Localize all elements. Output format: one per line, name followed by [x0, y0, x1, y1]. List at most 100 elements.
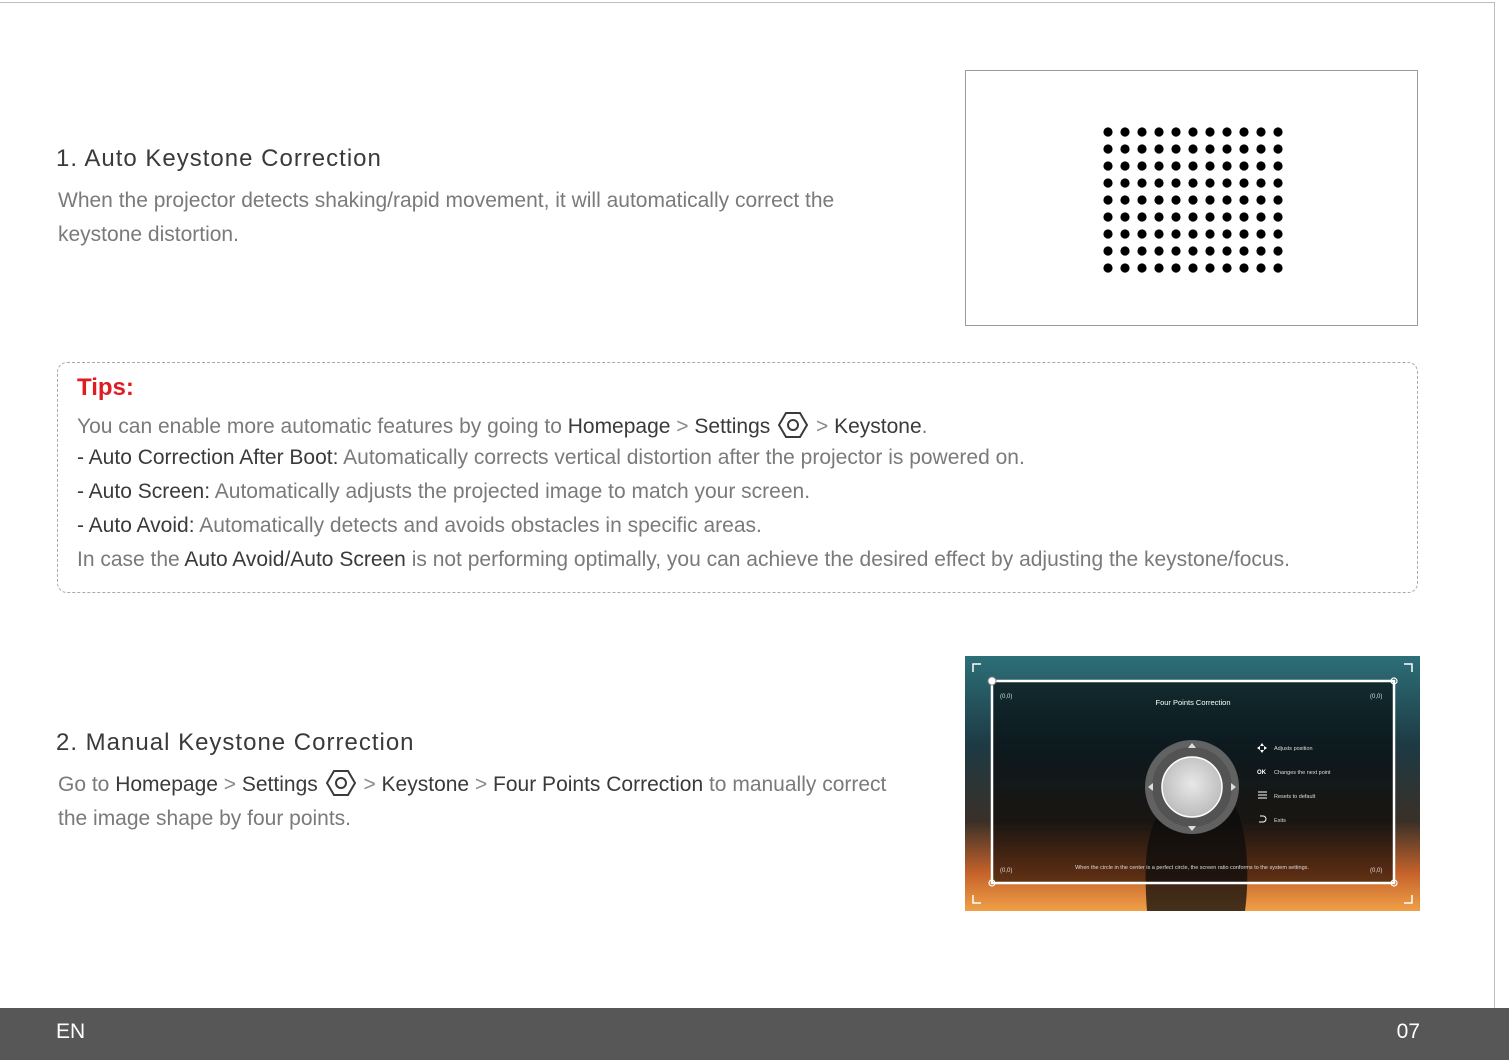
four-points-screenshot: Four Points Correction (0,0) (0,0) (0,0)…	[965, 656, 1420, 911]
grid-dot	[1222, 263, 1232, 273]
grid-dot	[1103, 263, 1113, 273]
grid-dot	[1239, 127, 1249, 137]
settings-gear-icon	[778, 412, 809, 438]
corner-label: (0,0)	[1000, 694, 1012, 700]
separator: >	[357, 773, 382, 796]
grid-dot	[1273, 229, 1283, 239]
body-prefix: Go to	[58, 773, 116, 796]
grid-dot	[1103, 229, 1113, 239]
tips-line-note: In case the Auto Avoid/Auto Screen is no…	[77, 548, 1290, 572]
grid-dot	[1256, 195, 1266, 205]
settings-gear-icon	[325, 770, 356, 796]
grid-dot	[1120, 212, 1130, 222]
grid-dot	[1239, 229, 1249, 239]
section2-title: 2. Manual Keystone Correction	[56, 729, 415, 756]
homepage-label: Homepage	[115, 773, 218, 796]
grid-dot	[1103, 144, 1113, 154]
grid-dot	[1188, 127, 1198, 137]
grid-dot	[1222, 161, 1232, 171]
keystone-label: Keystone	[834, 415, 922, 438]
grid-dot	[1273, 195, 1283, 205]
grid-dot	[1137, 263, 1147, 273]
tip-text: Automatically detects and avoids obstacl…	[194, 514, 762, 537]
grid-dot	[1154, 195, 1164, 205]
grid-dot	[1188, 229, 1198, 239]
grid-dot	[1256, 229, 1266, 239]
keystone-label: Keystone	[381, 773, 470, 796]
tip-text: Automatically adjusts the projected imag…	[210, 480, 811, 503]
grid-dot	[1171, 195, 1181, 205]
grid-dot	[1256, 178, 1266, 188]
grid-dot	[1273, 178, 1283, 188]
grid-dot	[1256, 127, 1266, 137]
grid-dot	[1103, 178, 1113, 188]
grid-dot	[1171, 127, 1181, 137]
grid-dot	[1205, 212, 1215, 222]
grid-dot	[1205, 246, 1215, 256]
separator: >	[469, 773, 494, 796]
grid-dot	[1239, 263, 1249, 273]
grid-dot	[1103, 212, 1113, 222]
grid-dot	[1120, 263, 1130, 273]
grid-dot	[1205, 127, 1215, 137]
corner-label: (0,0)	[1000, 868, 1012, 874]
tip-label: - Auto Screen:	[77, 480, 211, 503]
grid-dot	[1188, 195, 1198, 205]
grid-dot	[1239, 246, 1249, 256]
grid-dot	[1154, 229, 1164, 239]
grid-dot	[1222, 144, 1232, 154]
grid-dot	[1256, 263, 1266, 273]
tip-text: In case the	[77, 548, 185, 571]
grid-dot	[1103, 127, 1113, 137]
grid-dot	[1273, 263, 1283, 273]
tip-text: Automatically corrects vertical distorti…	[338, 446, 1025, 469]
settings-label: Settings	[241, 773, 318, 796]
ok-key: OK	[1257, 770, 1267, 776]
menu-item-label: Adjusts position	[1274, 746, 1313, 752]
dot-grid-figure	[965, 70, 1418, 326]
grid-dot	[1171, 246, 1181, 256]
grid-dot	[1256, 161, 1266, 171]
tips-line-auto-avoid: - Auto Avoid: Automatically detects and …	[77, 514, 762, 538]
right-rule	[1494, 2, 1495, 1008]
screenshot-title: Four Points Correction	[1155, 698, 1230, 707]
separator: >	[670, 415, 695, 438]
tips-line-path: You can enable more automatic features b…	[77, 411, 927, 439]
section2-body: Go to Homepage > Settings > Keystone > F…	[58, 768, 898, 836]
grid-dot	[1273, 144, 1283, 154]
grid-dot	[1137, 161, 1147, 171]
grid-dot	[1188, 161, 1198, 171]
menu-item-label: Resets to default	[1274, 794, 1316, 800]
grid-dot	[1239, 178, 1249, 188]
homepage-label: Homepage	[567, 415, 671, 438]
grid-dot	[1171, 212, 1181, 222]
grid-dot	[1120, 229, 1130, 239]
grid-dot	[1273, 212, 1283, 222]
settings-label: Settings	[694, 415, 771, 438]
corner-label: (0,0)	[1370, 694, 1382, 700]
tips-title: Tips:	[77, 374, 134, 401]
grid-dot	[1239, 212, 1249, 222]
tips-line-auto-correction: - Auto Correction After Boot: Automatica…	[77, 446, 1025, 470]
grid-dot	[1205, 263, 1215, 273]
top-rule	[0, 2, 1494, 3]
grid-dot	[1154, 246, 1164, 256]
tip-label: - Auto Avoid:	[77, 514, 195, 537]
grid-dot	[1222, 229, 1232, 239]
dot-grid-illustration	[1103, 127, 1283, 273]
grid-dot	[1188, 263, 1198, 273]
tips-line-auto-screen: - Auto Screen: Automatically adjusts the…	[77, 480, 810, 504]
grid-dot	[1222, 127, 1232, 137]
footer-page-number: 07	[1396, 1020, 1420, 1043]
four-points-label: Four Points Correction	[493, 773, 704, 796]
menu-item-label: Exits	[1274, 818, 1286, 824]
grid-dot	[1154, 127, 1164, 137]
grid-dot	[1273, 161, 1283, 171]
grid-dot	[1103, 246, 1113, 256]
grid-dot	[1205, 229, 1215, 239]
grid-dot	[1273, 246, 1283, 256]
grid-dot	[1137, 127, 1147, 137]
tips-line-suffix: .	[921, 415, 928, 438]
separator: >	[217, 773, 242, 796]
grid-dot	[1239, 195, 1249, 205]
